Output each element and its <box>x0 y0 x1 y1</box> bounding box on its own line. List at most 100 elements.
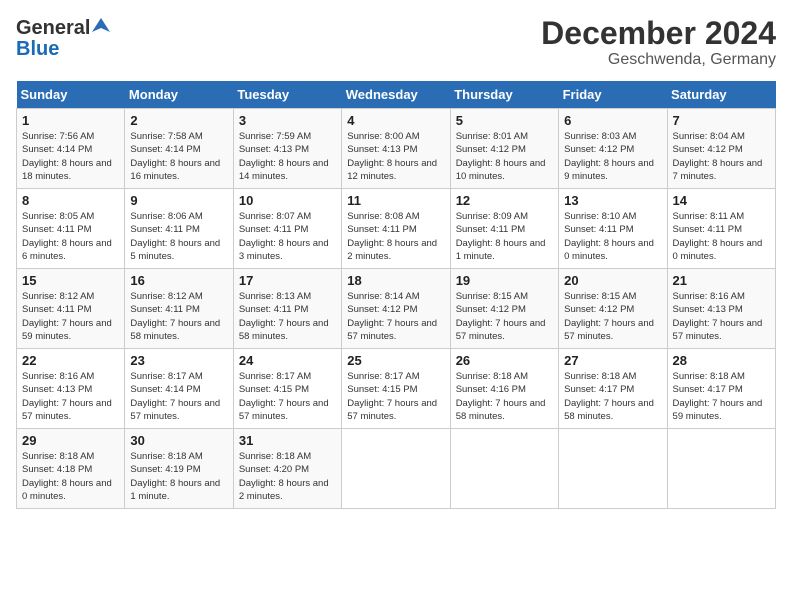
day-number: 18 <box>347 273 444 288</box>
cell-details: Sunrise: 7:58 AMSunset: 4:14 PMDaylight:… <box>130 130 227 183</box>
day-number: 19 <box>456 273 553 288</box>
calendar-cell: 12Sunrise: 8:09 AMSunset: 4:11 PMDayligh… <box>450 189 558 269</box>
calendar-cell: 30 Sunrise: 8:18 AMSunset: 4:19 PMDayligh… <box>125 429 233 509</box>
calendar-cell: 4 Sunrise: 8:00 AMSunset: 4:13 PMDaylight… <box>342 109 450 189</box>
day-number: 28 <box>673 353 770 368</box>
calendar-table: SundayMondayTuesdayWednesdayThursdayFrid… <box>16 81 776 509</box>
day-number: 23 <box>130 353 227 368</box>
day-number: 10 <box>239 193 336 208</box>
calendar-cell: 26Sunrise: 8:18 AMSunset: 4:16 PMDayligh… <box>450 349 558 429</box>
calendar-cell: 11 Sunrise: 8:08 AMSunset: 4:11 PMDayligh… <box>342 189 450 269</box>
cell-details: Sunrise: 8:03 AMSunset: 4:12 PMDaylight:… <box>564 130 661 183</box>
day-number: 13 <box>564 193 661 208</box>
cell-details: Sunrise: 8:11 AMSunset: 4:11 PMDaylight:… <box>673 210 770 263</box>
calendar-cell: 28 Sunrise: 8:18 AMSunset: 4:17 PMDayligh… <box>667 349 775 429</box>
cell-details: Sunrise: 8:08 AMSunset: 4:11 PMDaylight:… <box>347 210 444 263</box>
day-number: 4 <box>347 113 444 128</box>
calendar-cell: 14Sunrise: 8:11 AMSunset: 4:11 PMDayligh… <box>667 189 775 269</box>
calendar-cell: 19 Sunrise: 8:15 AMSunset: 4:12 PMDayligh… <box>450 269 558 349</box>
cell-details: Sunrise: 8:16 AMSunset: 4:13 PMDaylight:… <box>673 290 770 343</box>
cell-details: Sunrise: 8:18 AMSunset: 4:20 PMDaylight:… <box>239 450 336 503</box>
day-number: 24 <box>239 353 336 368</box>
calendar-cell: 25 Sunrise: 8:17 AMSunset: 4:15 PMDayligh… <box>342 349 450 429</box>
day-number: 16 <box>130 273 227 288</box>
calendar-cell <box>450 429 558 509</box>
calendar-cell <box>667 429 775 509</box>
day-number: 26 <box>456 353 553 368</box>
day-number: 25 <box>347 353 444 368</box>
calendar-cell: 3Sunrise: 7:59 AMSunset: 4:13 PMDaylight… <box>233 109 341 189</box>
day-number: 5 <box>456 113 553 128</box>
calendar-title: December 2024 <box>541 16 776 51</box>
calendar-cell: 1Sunrise: 7:56 AMSunset: 4:14 PMDaylight… <box>17 109 125 189</box>
header-monday: Monday <box>125 81 233 109</box>
calendar-cell <box>342 429 450 509</box>
calendar-location: Geschwenda, Germany <box>541 51 776 69</box>
calendar-cell: 27 Sunrise: 8:18 AMSunset: 4:17 PMDayligh… <box>559 349 667 429</box>
cell-details: Sunrise: 8:01 AMSunset: 4:12 PMDaylight:… <box>456 130 553 183</box>
week-row-5: 29Sunrise: 8:18 AMSunset: 4:18 PMDayligh… <box>17 429 776 509</box>
cell-details: Sunrise: 8:18 AMSunset: 4:19 PMDaylight:… <box>130 450 227 503</box>
cell-details: Sunrise: 8:12 AMSunset: 4:11 PMDaylight:… <box>130 290 227 343</box>
header-saturday: Saturday <box>667 81 775 109</box>
calendar-cell: 10Sunrise: 8:07 AMSunset: 4:11 PMDayligh… <box>233 189 341 269</box>
calendar-cell: 5 Sunrise: 8:01 AMSunset: 4:12 PMDaylight… <box>450 109 558 189</box>
calendar-cell: 7 Sunrise: 8:04 AMSunset: 4:12 PMDaylight… <box>667 109 775 189</box>
calendar-cell: 13 Sunrise: 8:10 AMSunset: 4:11 PMDayligh… <box>559 189 667 269</box>
day-number: 2 <box>130 113 227 128</box>
calendar-cell: 29Sunrise: 8:18 AMSunset: 4:18 PMDayligh… <box>17 429 125 509</box>
cell-details: Sunrise: 8:10 AMSunset: 4:11 PMDaylight:… <box>564 210 661 263</box>
header-wednesday: Wednesday <box>342 81 450 109</box>
cell-details: Sunrise: 8:17 AMSunset: 4:15 PMDaylight:… <box>347 370 444 423</box>
cell-details: Sunrise: 8:00 AMSunset: 4:13 PMDaylight:… <box>347 130 444 183</box>
calendar-cell: 20 Sunrise: 8:15 AMSunset: 4:12 PMDayligh… <box>559 269 667 349</box>
header-thursday: Thursday <box>450 81 558 109</box>
calendar-cell: 23 Sunrise: 8:17 AMSunset: 4:14 PMDayligh… <box>125 349 233 429</box>
header-sunday: Sunday <box>17 81 125 109</box>
day-number: 12 <box>456 193 553 208</box>
calendar-cell: 31 Sunrise: 8:18 AMSunset: 4:20 PMDayligh… <box>233 429 341 509</box>
week-row-2: 8 Sunrise: 8:05 AMSunset: 4:11 PMDaylight… <box>17 189 776 269</box>
day-number: 11 <box>347 193 444 208</box>
calendar-cell: 15Sunrise: 8:12 AMSunset: 4:11 PMDayligh… <box>17 269 125 349</box>
calendar-cell: 9Sunrise: 8:06 AMSunset: 4:11 PMDaylight… <box>125 189 233 269</box>
cell-details: Sunrise: 8:13 AMSunset: 4:11 PMDaylight:… <box>239 290 336 343</box>
header-friday: Friday <box>559 81 667 109</box>
cell-details: Sunrise: 8:12 AMSunset: 4:11 PMDaylight:… <box>22 290 119 343</box>
day-number: 21 <box>673 273 770 288</box>
cell-details: Sunrise: 8:15 AMSunset: 4:12 PMDaylight:… <box>564 290 661 343</box>
calendar-cell: 17Sunrise: 8:13 AMSunset: 4:11 PMDayligh… <box>233 269 341 349</box>
calendar-cell: 21 Sunrise: 8:16 AMSunset: 4:13 PMDayligh… <box>667 269 775 349</box>
day-number: 30 <box>130 433 227 448</box>
cell-details: Sunrise: 8:05 AMSunset: 4:11 PMDaylight:… <box>22 210 119 263</box>
cell-details: Sunrise: 8:17 AMSunset: 4:15 PMDaylight:… <box>239 370 336 423</box>
day-number: 31 <box>239 433 336 448</box>
day-number: 7 <box>673 113 770 128</box>
cell-details: Sunrise: 8:15 AMSunset: 4:12 PMDaylight:… <box>456 290 553 343</box>
logo-blue-text: Blue <box>16 39 59 59</box>
calendar-cell: 8 Sunrise: 8:05 AMSunset: 4:11 PMDaylight… <box>17 189 125 269</box>
week-row-3: 15Sunrise: 8:12 AMSunset: 4:11 PMDayligh… <box>17 269 776 349</box>
day-number: 8 <box>22 193 119 208</box>
page-header: General Blue December 2024 Geschwenda, G… <box>16 16 776 69</box>
day-number: 20 <box>564 273 661 288</box>
cell-details: Sunrise: 8:17 AMSunset: 4:14 PMDaylight:… <box>130 370 227 423</box>
cell-details: Sunrise: 8:04 AMSunset: 4:12 PMDaylight:… <box>673 130 770 183</box>
calendar-cell: 22 Sunrise: 8:16 AMSunset: 4:13 PMDayligh… <box>17 349 125 429</box>
day-number: 27 <box>564 353 661 368</box>
header-tuesday: Tuesday <box>233 81 341 109</box>
logo: General Blue <box>16 16 110 59</box>
logo-bird-icon <box>92 16 110 34</box>
calendar-cell: 6 Sunrise: 8:03 AMSunset: 4:12 PMDaylight… <box>559 109 667 189</box>
week-row-4: 22 Sunrise: 8:16 AMSunset: 4:13 PMDayligh… <box>17 349 776 429</box>
day-number: 22 <box>22 353 119 368</box>
logo-general-text: General <box>16 18 90 38</box>
cell-details: Sunrise: 8:18 AMSunset: 4:17 PMDaylight:… <box>564 370 661 423</box>
cell-details: Sunrise: 8:18 AMSunset: 4:17 PMDaylight:… <box>673 370 770 423</box>
cell-details: Sunrise: 7:56 AMSunset: 4:14 PMDaylight:… <box>22 130 119 183</box>
cell-details: Sunrise: 8:16 AMSunset: 4:13 PMDaylight:… <box>22 370 119 423</box>
calendar-cell: 24 Sunrise: 8:17 AMSunset: 4:15 PMDayligh… <box>233 349 341 429</box>
day-number: 6 <box>564 113 661 128</box>
cell-details: Sunrise: 7:59 AMSunset: 4:13 PMDaylight:… <box>239 130 336 183</box>
title-block: December 2024 Geschwenda, Germany <box>541 16 776 69</box>
